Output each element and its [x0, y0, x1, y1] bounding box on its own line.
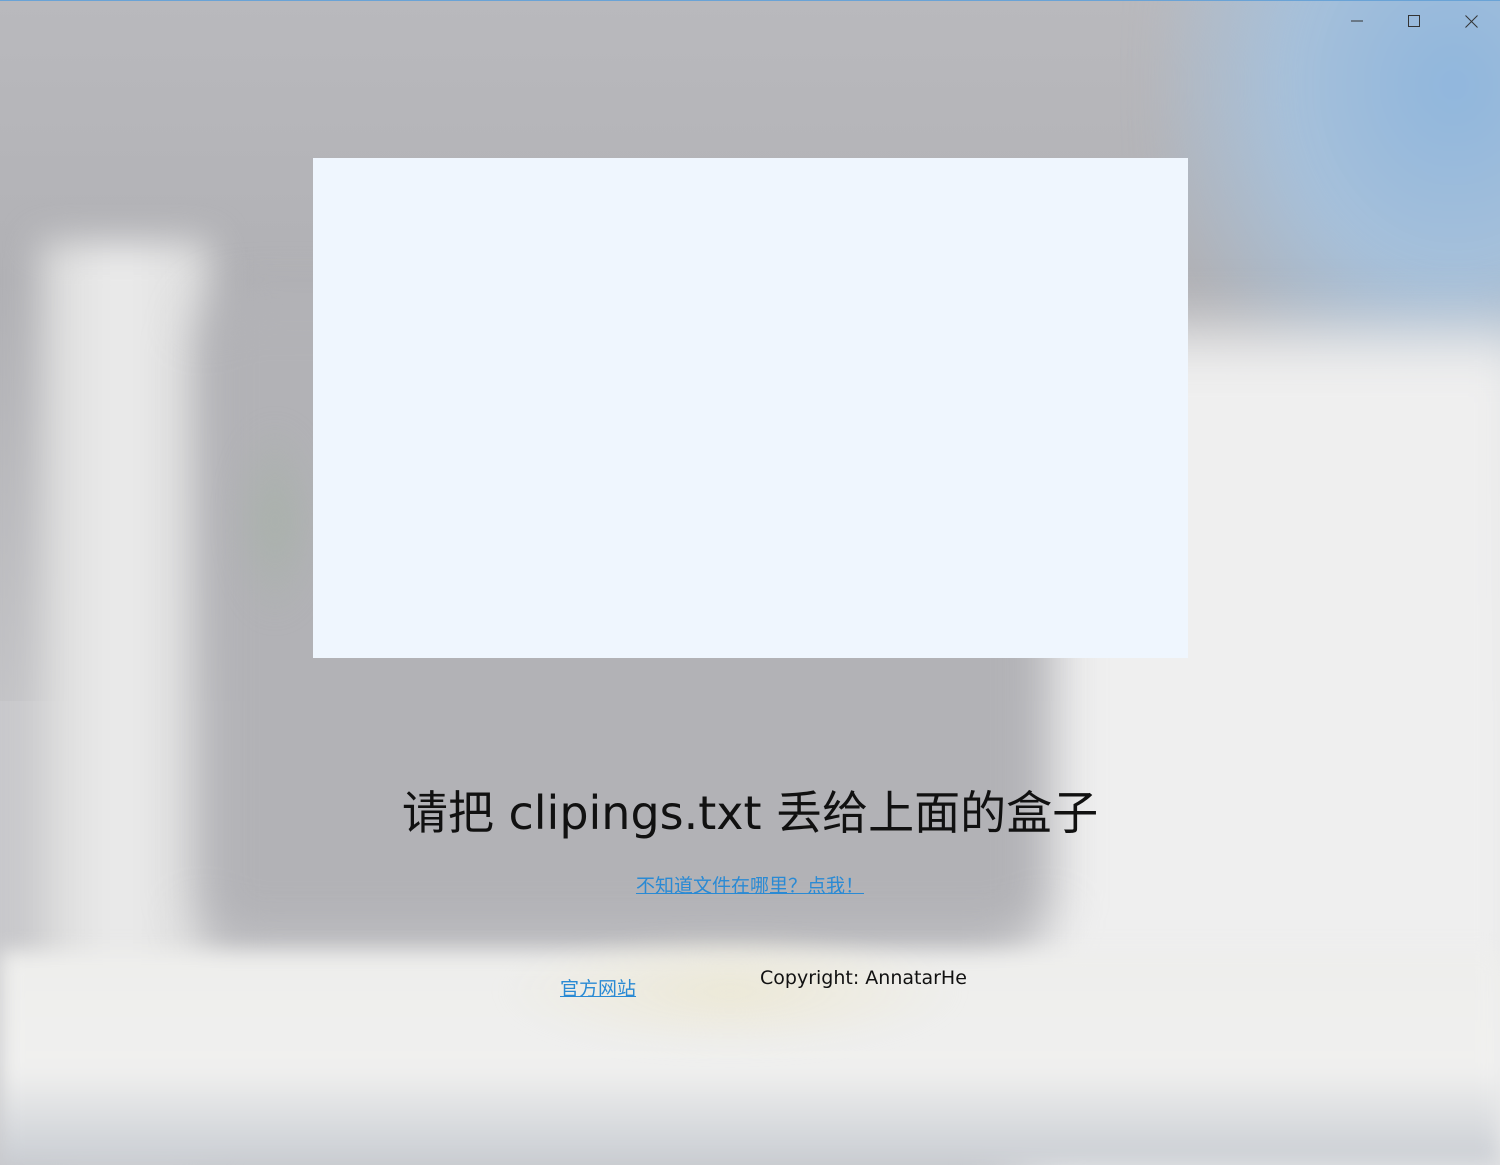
maximize-button[interactable] [1386, 2, 1442, 40]
minimize-icon [1351, 20, 1363, 22]
background-blur-blue [1160, 1, 1500, 421]
drop-instruction: 请把 clipings.txt 丢给上面的盒子 [401, 786, 1099, 840]
maximize-icon [1408, 15, 1420, 27]
background-blur-green [230, 421, 320, 621]
background-blur-bottom [0, 951, 1500, 1165]
background-blur-left [40, 241, 210, 1141]
minimize-button[interactable] [1329, 2, 1385, 40]
copyright-text: Copyright: AnnatarHe [760, 967, 967, 989]
official-site-link[interactable]: 官方网站 [560, 978, 636, 1000]
help-link[interactable]: 不知道文件在哪里？点我！ [636, 875, 864, 897]
help-link-container: 不知道文件在哪里？点我！ [0, 871, 1500, 898]
file-drop-zone[interactable] [313, 158, 1188, 658]
close-icon [1464, 14, 1478, 28]
close-button[interactable] [1443, 2, 1499, 40]
site-link-container: 官方网站 [560, 974, 636, 1001]
app-window: 请把 clipings.txt 丢给上面的盒子 不知道文件在哪里？点我！ 官方网… [0, 0, 1500, 1165]
